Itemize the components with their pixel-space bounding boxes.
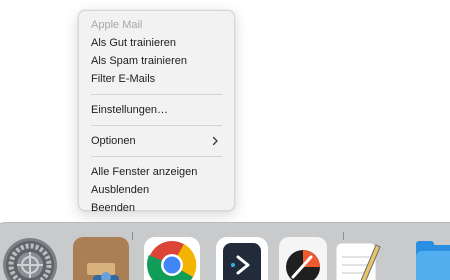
menu-item-settings[interactable]: Einstellungen… [87, 101, 226, 119]
menu-header-app-name: Apple Mail [91, 19, 143, 31]
menu-item-options[interactable]: Optionen [87, 132, 226, 150]
system-settings-icon[interactable] [2, 237, 58, 280]
dock-separator [132, 232, 133, 240]
menu-item-options-label: Optionen [91, 135, 136, 147]
menu-item-train-spam[interactable]: Als Spam trainieren [87, 52, 226, 70]
menu-separator [91, 94, 222, 95]
dock-context-menu: Apple Mail Als Gut trainieren Als Spam t… [78, 10, 235, 214]
menu-item-quit[interactable]: Beenden [87, 199, 226, 217]
menu-item-show-all-windows[interactable]: Alle Fenster anzeigen [87, 163, 226, 181]
menu-item-hide[interactable]: Ausblenden [87, 181, 226, 199]
chrome-icon[interactable] [144, 237, 200, 280]
mail-app-icon[interactable] [73, 237, 129, 280]
send-to-app-icon[interactable] [214, 237, 270, 280]
menu-separator [91, 125, 222, 126]
rocket-typist-icon[interactable] [279, 237, 327, 280]
menu-item-train-good[interactable]: Als Gut trainieren [87, 34, 226, 52]
finder-folder-icon[interactable] [416, 237, 450, 280]
menu-item-filter-emails[interactable]: Filter E-Mails [87, 70, 226, 88]
chevron-right-icon [210, 136, 220, 146]
menu-separator [91, 156, 222, 157]
notes-pen-icon[interactable] [334, 237, 382, 280]
